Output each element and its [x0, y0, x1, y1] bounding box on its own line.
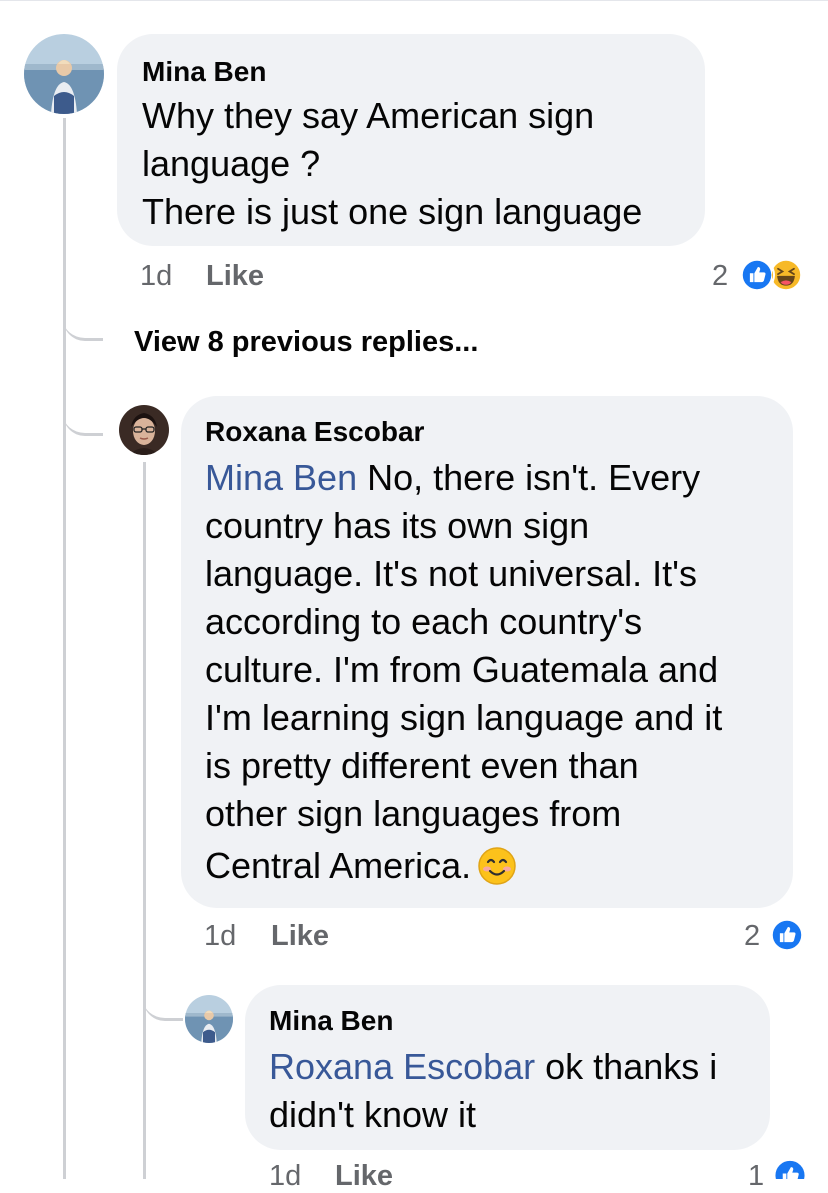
reply-bubble: Roxana Escobar Mina Ben No, there isn't.…: [181, 396, 793, 908]
reply-line: Roxana Escobar ok thanks i: [269, 1046, 718, 1087]
reply-line: country has its own sign: [205, 505, 590, 546]
reply-line: is pretty different even than: [205, 745, 639, 786]
smiling-face-emoji: [477, 846, 517, 886]
profile-photo-mina-ben: [24, 34, 104, 114]
reply-line: Mina Ben No, there isn't. Every: [205, 457, 701, 498]
reply-timestamp[interactable]: 1d: [204, 920, 236, 953]
reaction-count[interactable]: 2: [712, 260, 728, 293]
thread-connector-view-replies: [63, 300, 103, 341]
thread-connector-reply-1: [63, 395, 103, 436]
mention-link[interactable]: Roxana Escobar: [269, 1046, 535, 1087]
thread-connector-reply-2: [143, 980, 183, 1021]
comment-line: Why they say American sign: [142, 95, 595, 136]
like-button[interactable]: Like: [206, 260, 264, 293]
comment-line: language ?: [142, 143, 321, 184]
comment-timestamp[interactable]: 1d: [140, 260, 172, 293]
like-icon[interactable]: [772, 1157, 808, 1179]
profile-photo-mina-ben: [185, 995, 233, 1043]
avatar[interactable]: [24, 34, 104, 114]
thread-line-reply-1: [143, 462, 146, 1179]
like-button[interactable]: Like: [271, 920, 329, 953]
reply-text: Roxana Escobar ok thanks i didn't know i…: [269, 1043, 717, 1139]
reply-line: other sign languages from: [205, 793, 622, 834]
reply-line: language. It's not universal. It's: [205, 553, 698, 594]
avatar[interactable]: [119, 405, 169, 455]
like-icon[interactable]: [739, 257, 775, 293]
reply-bubble: Mina Ben Roxana Escobar ok thanks i didn…: [245, 985, 770, 1150]
reply-timestamp[interactable]: 1d: [269, 1160, 301, 1193]
reply-line: culture. I'm from Guatemala and: [205, 649, 719, 690]
profile-photo-roxana-escobar: [119, 405, 169, 455]
comment-line: There is just one sign language: [142, 191, 643, 232]
like-button[interactable]: Like: [335, 1160, 393, 1193]
thread-line-main: [63, 118, 66, 1179]
avatar[interactable]: [185, 995, 233, 1043]
reaction-count[interactable]: 2: [744, 920, 760, 953]
reply-line: didn't know it: [269, 1094, 476, 1135]
reaction-count[interactable]: 1: [748, 1160, 764, 1193]
view-previous-replies-link[interactable]: View 8 previous replies...: [134, 326, 478, 359]
reply-author[interactable]: Mina Ben: [269, 1005, 393, 1037]
like-icon[interactable]: [769, 917, 805, 953]
comment-bubble: Mina Ben Why they say American sign lang…: [117, 34, 705, 246]
reply-line: I'm learning sign language and it: [205, 697, 723, 738]
mention-link[interactable]: Mina Ben: [205, 457, 357, 498]
comment-author[interactable]: Mina Ben: [142, 56, 266, 88]
top-divider: [0, 0, 828, 1]
reply-line: according to each country's: [205, 601, 643, 642]
comment-text: Why they say American sign language ? Th…: [142, 92, 642, 236]
reply-text: Mina Ben No, there isn't. Every country …: [205, 454, 722, 890]
reply-line: Central America.: [205, 842, 722, 890]
reply-author[interactable]: Roxana Escobar: [205, 416, 424, 448]
